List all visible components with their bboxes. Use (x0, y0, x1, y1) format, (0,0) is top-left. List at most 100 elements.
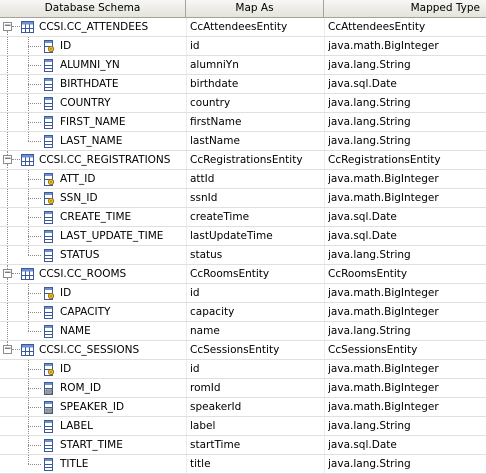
map-as-cell[interactable]: lastUpdateTime (190, 227, 322, 245)
column-divider (186, 417, 187, 435)
tree-connector (7, 246, 8, 264)
header-map-as[interactable]: Map As (186, 0, 324, 17)
mapped-type-cell[interactable]: java.lang.String (328, 246, 484, 264)
tree-connector (28, 84, 41, 85)
column-divider (324, 303, 325, 321)
tree-row-column[interactable]: ROM_ID romId java.math.BigInteger (0, 379, 486, 398)
column-divider (324, 322, 325, 340)
map-as-cell[interactable]: alumniYn (190, 56, 322, 74)
map-as-cell[interactable]: country (190, 94, 322, 112)
mapped-type-cell[interactable]: CcRoomsEntity (328, 265, 484, 283)
mapped-type-cell[interactable]: java.math.BigInteger (328, 379, 484, 397)
map-as-cell[interactable]: name (190, 322, 322, 340)
tree-row-column[interactable]: LAST_UPDATE_TIME lastUpdateTime java.sql.D… (0, 227, 486, 246)
mapped-type-cell[interactable]: java.sql.Date (328, 75, 484, 93)
tree-row-column[interactable]: FIRST_NAME firstName java.lang.String (0, 113, 486, 132)
mapped-type-cell[interactable]: java.math.BigInteger (328, 189, 484, 207)
map-as-cell[interactable]: attId (190, 170, 322, 188)
tree-row-table[interactable]: − CCSI.CC_REGISTRATIONS CcRegistrationsEnt… (0, 151, 486, 170)
tree-row-column[interactable]: START_TIME startTime java.sql.Date (0, 436, 486, 455)
tree-row-column[interactable]: COUNTRY country java.lang.String (0, 94, 486, 113)
tree-row-column[interactable]: SPEAKER_ID speakerId java.math.BigInteger (0, 398, 486, 417)
column-icon (42, 59, 55, 72)
map-as-cell[interactable]: status (190, 246, 322, 264)
header-mapped-type[interactable]: Mapped Type (324, 0, 486, 17)
tree-connector (28, 65, 41, 66)
tree-row-column[interactable]: ALUMNI_YN alumniYn java.lang.String (0, 56, 486, 75)
mapped-type-cell[interactable]: java.sql.Date (328, 208, 484, 226)
map-as-cell[interactable]: speakerId (190, 398, 322, 416)
schema-cell: − CCSI.CC_SESSIONS (0, 341, 186, 359)
mapped-type-cell[interactable]: java.lang.String (328, 322, 484, 340)
tree-row-column[interactable]: ID id java.math.BigInteger (0, 360, 486, 379)
schema-cell: LABEL (0, 417, 186, 435)
tree-row-column[interactable]: TITLE title java.lang.String (0, 455, 486, 474)
tree-connector (28, 388, 41, 389)
map-as-cell[interactable]: lastName (190, 132, 322, 150)
schema-cell: BIRTHDATE (0, 75, 186, 93)
tree-row-table[interactable]: − CCSI.CC_ATTENDEES CcAttendeesEntity CcAtt… (0, 18, 486, 37)
column-name: ATT_ID (60, 173, 96, 185)
mapped-type-cell[interactable]: java.sql.Date (328, 227, 484, 245)
tree-row-column[interactable]: LABEL label java.lang.String (0, 417, 486, 436)
column-name: ID (60, 363, 72, 375)
tree-row-column[interactable]: SSN_ID ssnId java.math.BigInteger (0, 189, 486, 208)
collapse-toggle-icon[interactable]: − (3, 345, 12, 354)
mapped-type-cell[interactable]: java.lang.String (328, 132, 484, 150)
map-as-cell[interactable]: title (190, 455, 322, 473)
mapped-type-cell[interactable]: java.math.BigInteger (328, 303, 484, 321)
tree-row-column[interactable]: BIRTHDATE birthdate java.sql.Date (0, 75, 486, 94)
mapped-type-cell[interactable]: CcRegistrationsEntity (328, 151, 484, 169)
header-database-schema[interactable]: Database Schema (0, 0, 186, 17)
tree-row-column[interactable]: NAME name java.lang.String (0, 322, 486, 341)
map-as-cell[interactable]: id (190, 360, 322, 378)
map-as-cell[interactable]: capacity (190, 303, 322, 321)
tree-row-column[interactable]: STATUS status java.lang.String (0, 246, 486, 265)
map-as-cell[interactable]: startTime (190, 436, 322, 454)
tree-row-column[interactable]: ID id java.math.BigInteger (0, 37, 486, 56)
mapped-type-cell[interactable]: java.math.BigInteger (328, 37, 484, 55)
mapped-type-cell[interactable]: CcAttendeesEntity (328, 18, 484, 36)
tree-row-column[interactable]: ATT_ID attId java.math.BigInteger (0, 170, 486, 189)
map-as-cell[interactable]: romId (190, 379, 322, 397)
column-name: CREATE_TIME (60, 211, 132, 223)
tree-row-column[interactable]: CREATE_TIME createTime java.sql.Date (0, 208, 486, 227)
mapped-type-cell[interactable]: java.math.BigInteger (328, 398, 484, 416)
column-divider (324, 341, 325, 359)
mapped-type-cell[interactable]: java.lang.String (328, 455, 484, 473)
mapped-type-cell[interactable]: java.math.BigInteger (328, 284, 484, 302)
map-as-cell[interactable]: CcSessionsEntity (190, 341, 322, 359)
map-as-cell[interactable]: ssnId (190, 189, 322, 207)
mapped-type-cell[interactable]: java.lang.String (328, 56, 484, 74)
column-divider (186, 94, 187, 112)
collapse-toggle-icon[interactable]: − (3, 269, 12, 278)
map-as-cell[interactable]: CcRoomsEntity (190, 265, 322, 283)
map-as-cell[interactable]: id (190, 37, 322, 55)
tree-row-table[interactable]: − CCSI.CC_SESSIONS CcSessionsEntity CcSessi… (0, 341, 486, 360)
mapped-type-cell[interactable]: java.lang.String (328, 113, 484, 131)
tree-row-column[interactable]: ID id java.math.BigInteger (0, 284, 486, 303)
tree-row-table[interactable]: − CCSI.CC_ROOMS CcRoomsEntity CcRoomsEntity (0, 265, 486, 284)
primary-key-column-icon (42, 173, 55, 186)
map-as-cell[interactable]: CcAttendeesEntity (190, 18, 322, 36)
mapped-type-cell[interactable]: java.lang.String (328, 94, 484, 112)
mapped-type-cell[interactable]: CcSessionsEntity (328, 341, 484, 359)
map-as-cell[interactable]: label (190, 417, 322, 435)
column-divider (186, 303, 187, 321)
tree-connector (7, 113, 8, 131)
tree-row-column[interactable]: CAPACITY capacity java.math.BigInteger (0, 303, 486, 322)
map-as-cell[interactable]: firstName (190, 113, 322, 131)
tree-row-column[interactable]: LAST_NAME lastName java.lang.String (0, 132, 486, 151)
map-as-cell[interactable]: birthdate (190, 75, 322, 93)
collapse-toggle-icon[interactable]: − (3, 155, 12, 164)
mapped-type-cell[interactable]: java.math.BigInteger (328, 360, 484, 378)
map-as-cell[interactable]: createTime (190, 208, 322, 226)
column-icon (42, 439, 55, 452)
map-as-cell[interactable]: id (190, 284, 322, 302)
mapped-type-cell[interactable]: java.math.BigInteger (328, 170, 484, 188)
map-as-cell[interactable]: CcRegistrationsEntity (190, 151, 322, 169)
mapped-type-cell[interactable]: java.sql.Date (328, 436, 484, 454)
mapped-type-cell[interactable]: java.lang.String (328, 417, 484, 435)
collapse-toggle-icon[interactable]: − (3, 22, 12, 31)
column-header-bar: Database Schema Map As Mapped Type (0, 0, 486, 18)
